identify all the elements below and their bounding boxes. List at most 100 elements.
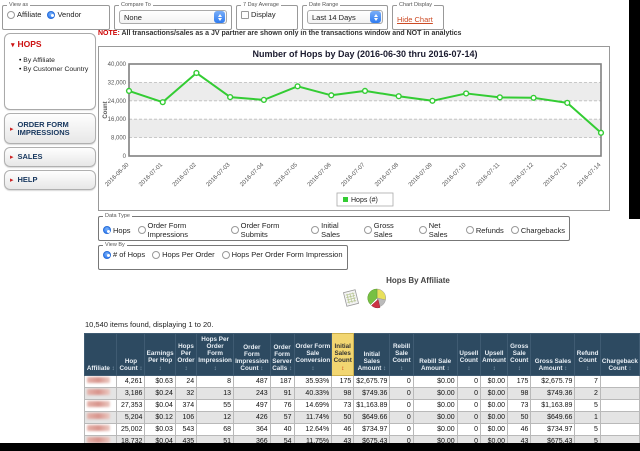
column-header-hop-count[interactable]: Hop Count ↕ <box>117 334 145 376</box>
column-header-rebill-sale-count[interactable]: Rebill Sale Count ↕ <box>390 334 413 376</box>
data-type-option-gross-sales[interactable]: Gross Sales <box>364 221 412 239</box>
sort-icon[interactable]: ↕ <box>493 366 496 372</box>
table-cell: 374 <box>175 400 196 412</box>
sort-icon[interactable]: ↕ <box>110 366 115 372</box>
column-header-chargeback-count[interactable]: Chargeback Count ↕ <box>600 334 639 376</box>
sort-icon[interactable]: ↕ <box>138 366 143 372</box>
column-header-hops-per-order[interactable]: Hops Per Order ↕ <box>175 334 196 376</box>
sort-icon[interactable]: ↕ <box>287 366 292 372</box>
spreadsheet-icon[interactable] <box>342 288 360 308</box>
sort-icon[interactable]: ↕ <box>562 366 567 372</box>
sidebar-item-help[interactable]: ▸ HELP <box>4 170 96 190</box>
table-cell: $649.66 <box>531 412 575 424</box>
radio-button-icon[interactable] <box>103 226 111 234</box>
column-header-order-form-server-calls[interactable]: Order Form Server Calls ↕ <box>270 334 294 376</box>
redacted-affiliate-name <box>87 401 110 407</box>
column-header-earnings-per-hop[interactable]: Earnings Per Hop ↕ <box>145 334 175 376</box>
sort-icon[interactable]: ↕ <box>311 366 314 372</box>
radio-button-icon[interactable] <box>364 226 372 234</box>
table-cell: 0 <box>390 376 413 388</box>
radio-button-icon[interactable] <box>511 226 519 234</box>
radio-button-icon[interactable] <box>419 226 427 234</box>
column-header-rebill-sale-amount[interactable]: Rebill Sale Amount ↕ <box>413 334 457 376</box>
column-header-order-form-sale-conversion[interactable]: Order Form Sale Conversion ↕ <box>294 334 332 376</box>
radio-button-icon[interactable] <box>222 251 230 259</box>
svg-text:2016-07-09: 2016-07-09 <box>408 162 434 188</box>
table-cell: 57 <box>270 412 294 424</box>
table-cell: 2 <box>575 388 600 400</box>
view-by-option-hops-per-order-form-impression[interactable]: Hops Per Order Form Impression <box>222 250 343 259</box>
data-type-option-refunds[interactable]: Refunds <box>466 226 504 235</box>
sidebar-item-order-form-impressions[interactable]: ▸ ORDER FORM IMPRESSIONS <box>4 113 96 144</box>
sort-icon[interactable]: ↕ <box>627 366 632 372</box>
data-type-option-initial-sales[interactable]: Initial Sales <box>311 221 357 239</box>
radio-button-icon[interactable] <box>47 11 55 19</box>
sort-icon[interactable]: ↕ <box>214 366 217 372</box>
table-cell: 24 <box>175 376 196 388</box>
date-range-select[interactable]: Last 14 Days <box>307 10 383 24</box>
compare-to-select[interactable]: None <box>119 10 227 24</box>
data-type-option-order-form-impressions[interactable]: Order Form Impressions <box>138 221 224 239</box>
table-cell: $0.00 <box>413 424 457 436</box>
svg-text:2016-07-08: 2016-07-08 <box>374 162 400 188</box>
sidebar-item-by-affiliate[interactable]: By Affiliate <box>19 57 89 64</box>
view-by-option-hops-per-order[interactable]: Hops Per Order <box>152 250 215 259</box>
table-cell: 27,353 <box>117 400 145 412</box>
sort-icon[interactable]: ↕ <box>159 366 162 372</box>
data-type-option-order-form-submits[interactable]: Order Form Submits <box>231 221 305 239</box>
pie-chart-icon[interactable] <box>366 287 388 309</box>
column-header-initial-sales-amount[interactable]: Initial Sales Amount ↕ <box>354 334 390 376</box>
sidebar-item-sales[interactable]: ▸ SALES <box>4 147 96 167</box>
hide-chart-link[interactable]: Hide Chart <box>397 15 433 24</box>
table-cell: 5,204 <box>117 412 145 424</box>
table-cell: 46 <box>332 424 354 436</box>
table-cell: 68 <box>197 424 234 436</box>
table-cell: $734.97 <box>531 424 575 436</box>
table-cell: 13 <box>197 388 234 400</box>
data-type-option-chargebacks[interactable]: Chargebacks <box>511 226 565 235</box>
sort-icon[interactable]: ↕ <box>185 366 188 372</box>
sort-icon[interactable]: ↕ <box>467 366 470 372</box>
column-header-initial-sales-count[interactable]: Initial Sales Count ↕ <box>332 334 354 376</box>
sort-icon[interactable]: ↕ <box>341 366 344 372</box>
sidebar-item-label: SALES <box>18 153 43 161</box>
radio-label: Vendor <box>57 10 81 19</box>
table-cell: $2,675.79 <box>354 376 390 388</box>
view-as-options: Affiliate Vendor <box>7 10 105 19</box>
column-header-refund-count[interactable]: Refund Count ↕ <box>575 334 600 376</box>
sort-icon[interactable]: ↕ <box>400 366 403 372</box>
data-type-option-net-sales[interactable]: Net Sales <box>419 221 459 239</box>
data-type-option-hops[interactable]: Hops <box>103 226 131 235</box>
column-header-upsell-count[interactable]: Upsell Count ↕ <box>457 334 480 376</box>
radio-button-icon[interactable] <box>138 226 146 234</box>
sort-icon[interactable]: ↕ <box>445 366 450 372</box>
radio-button-icon[interactable] <box>152 251 160 259</box>
view-as-option-affiliate[interactable]: Affiliate <box>7 10 41 19</box>
column-header-gross-sales-amount[interactable]: Gross Sales Amount ↕ <box>531 334 575 376</box>
radio-button-icon[interactable] <box>466 226 474 234</box>
radio-button-icon[interactable] <box>231 226 239 234</box>
table-cell: $0.00 <box>481 376 508 388</box>
column-header-gross-sale-count[interactable]: Gross Sale Count ↕ <box>508 334 531 376</box>
radio-button-icon[interactable] <box>103 251 111 259</box>
view-as-option-vendor[interactable]: Vendor <box>47 10 81 19</box>
sort-icon[interactable]: ↕ <box>586 366 589 372</box>
table-cell: 3,186 <box>117 388 145 400</box>
table-cell: $1,163.89 <box>354 400 390 412</box>
table-cell: $734.97 <box>354 424 390 436</box>
sort-icon[interactable]: ↕ <box>259 366 264 372</box>
sidebar-item-hops[interactable]: ▾HOPS <box>11 39 89 49</box>
column-header-upsell-amount[interactable]: Upsell Amount ↕ <box>481 334 508 376</box>
view-by-option--of-hops[interactable]: # of Hops <box>103 250 145 259</box>
radio-label: Gross Sales <box>374 221 412 239</box>
column-header-affiliate[interactable]: Affiliate ↕ <box>85 334 117 376</box>
sort-icon[interactable]: ↕ <box>518 366 521 372</box>
sidebar-item-by-customer-country[interactable]: By Customer Country <box>19 66 89 73</box>
display-checkbox[interactable] <box>241 11 249 19</box>
radio-button-icon[interactable] <box>7 11 15 19</box>
svg-text:2016-07-06: 2016-07-06 <box>307 162 333 188</box>
column-header-order-form-impression-count[interactable]: Order Form Impression Count ↕ <box>234 334 271 376</box>
column-header-hops-per-order-form-impression[interactable]: Hops Per Order Form Impression ↕ <box>197 334 234 376</box>
radio-button-icon[interactable] <box>311 226 319 234</box>
sort-icon[interactable]: ↕ <box>381 366 386 372</box>
